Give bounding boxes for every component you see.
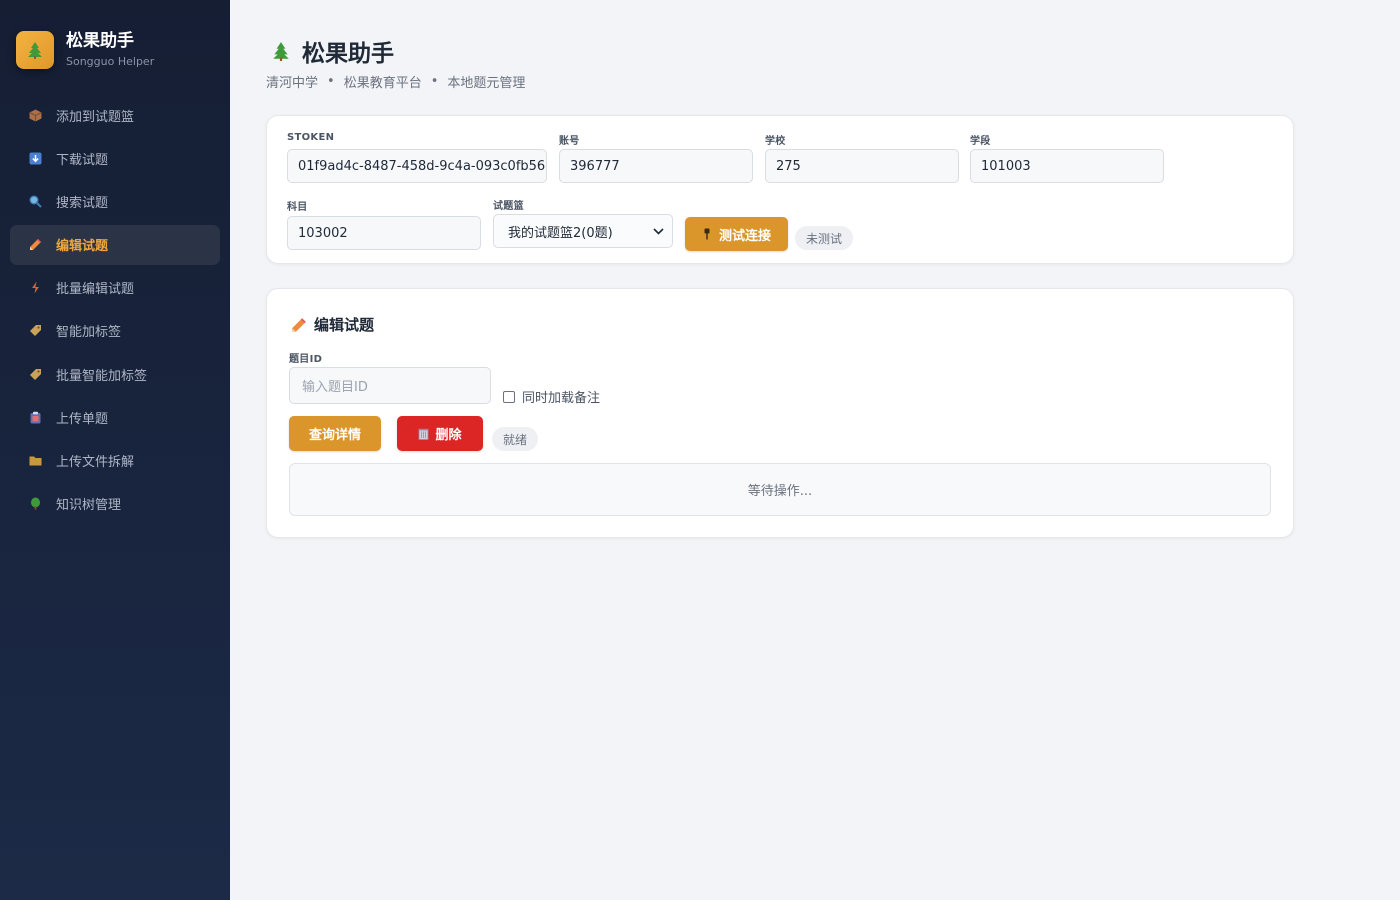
sidebar-item-label: 批量编辑试题 <box>56 282 135 298</box>
school-label: 学校 <box>765 136 786 147</box>
sidebar-item-add-to-basket[interactable]: 添加到试题篮 <box>10 95 220 135</box>
page-header: 松果助手 清河中学 • 松果教育平台 • 本地题元管理 <box>266 36 525 91</box>
question-id-input[interactable]: 输入题目ID <box>289 367 491 404</box>
sidebar-item-knowledge-tree[interactable]: 知识树管理 <box>10 484 220 524</box>
tag-icon <box>28 367 42 381</box>
wastebasket-icon <box>418 428 429 440</box>
account-input[interactable]: 396777 <box>559 149 753 183</box>
stage-label: 学段 <box>970 136 991 147</box>
brand-logo <box>16 31 54 69</box>
basket-select[interactable]: 我的试题篮2(0题) <box>493 214 673 248</box>
stoken-label: STOKEN <box>287 132 335 143</box>
school-input[interactable]: 275 <box>765 149 959 183</box>
brand-title: 松果助手 <box>66 31 134 51</box>
section-title-text: 编辑试题 <box>314 316 375 334</box>
sidebar-item-label: 搜索试题 <box>56 195 109 211</box>
delete-button[interactable]: 删除 <box>397 416 483 451</box>
account-label: 账号 <box>559 136 580 147</box>
brand: 松果助手 Songguo Helper <box>16 31 154 69</box>
edit-question-card: 编辑试题 题目ID 输入题目ID 同时加载备注 查询详情 删除 就绪 等待操作.… <box>266 288 1294 538</box>
sidebar-item-label: 上传单题 <box>56 411 109 427</box>
search-icon <box>28 194 42 208</box>
pine-tree-icon <box>28 42 42 59</box>
sidebar-item-upload-file[interactable]: 上传文件拆解 <box>10 441 220 481</box>
subject-input[interactable]: 103002 <box>287 216 481 250</box>
sidebar-item-batch-smart-tag[interactable]: 批量智能加标签 <box>10 354 220 394</box>
tag-icon <box>28 324 42 338</box>
sidebar-item-smart-tag[interactable]: 智能加标签 <box>10 311 220 351</box>
sidebar-item-label: 添加到试题篮 <box>56 109 135 125</box>
subject-label: 科目 <box>287 202 308 213</box>
brand-subtitle: Songguo Helper <box>66 55 155 68</box>
sidebar-item-label: 知识树管理 <box>56 498 122 514</box>
basket-select-value: 我的试题篮2(0题) <box>508 225 613 241</box>
stoken-input[interactable]: 01f9ad4c-8487-458d-9c4a-093c0fb567ae <box>287 149 547 183</box>
connection-card: STOKEN 01f9ad4c-8487-458d-9c4a-093c0fb56… <box>266 115 1294 264</box>
sidebar-item-label: 编辑试题 <box>56 239 109 255</box>
pine-tree-icon <box>273 42 289 61</box>
pushpin-icon <box>704 228 710 240</box>
result-panel: 等待操作... <box>289 463 1271 516</box>
test-connection-label: 测试连接 <box>718 228 771 244</box>
load-notes-checkbox[interactable] <box>503 390 515 403</box>
sidebar-item-label: 智能加标签 <box>56 325 122 341</box>
package-icon <box>28 108 42 122</box>
breadcrumb-item: 松果教育平台 <box>343 76 422 91</box>
pencil-icon <box>292 317 306 332</box>
sidebar-item-search[interactable]: 搜索试题 <box>10 181 220 221</box>
sidebar-item-label: 下载试题 <box>56 152 109 168</box>
editor-status-badge: 就绪 <box>492 427 539 451</box>
folder-icon <box>28 454 42 468</box>
sidebar-item-label: 批量智能加标签 <box>56 368 148 384</box>
breadcrumb-separator: • <box>327 74 335 89</box>
chevron-down-icon <box>653 227 664 235</box>
sidebar-nav: 添加到试题篮 下载试题 搜索试题 编辑试题 批量编辑试题 智能加标签 批量智能加… <box>10 95 220 527</box>
breadcrumb-item: 清河中学 <box>266 76 319 91</box>
page-title: 松果助手 <box>302 41 394 67</box>
stage-input[interactable]: 101003 <box>970 149 1164 183</box>
breadcrumb-separator: • <box>430 74 439 89</box>
lightning-icon <box>28 281 42 295</box>
basket-label: 试题篮 <box>493 201 524 212</box>
query-details-button[interactable]: 查询详情 <box>289 416 381 451</box>
breadcrumb: 清河中学 • 松果教育平台 • 本地题元管理 <box>266 72 525 91</box>
breadcrumb-item: 本地题元管理 <box>447 76 526 91</box>
sidebar-item-edit[interactable]: 编辑试题 <box>10 224 220 265</box>
load-notes-label: 同时加载备注 <box>522 391 601 406</box>
sidebar-item-batch-edit[interactable]: 批量编辑试题 <box>10 268 220 308</box>
sidebar-item-label: 上传文件拆解 <box>56 455 135 470</box>
test-connection-button[interactable]: 测试连接 <box>685 217 788 251</box>
sidebar: 松果助手 Songguo Helper 添加到试题篮 下载试题 搜索试题 编辑试… <box>0 0 230 900</box>
delete-label: 删除 <box>435 428 462 443</box>
connection-status-badge: 未测试 <box>795 226 854 250</box>
load-notes-option[interactable]: 同时加载备注 <box>503 387 600 406</box>
question-id-label: 题目ID <box>289 354 323 365</box>
section-title: 编辑试题 <box>291 314 374 335</box>
clipboard-icon <box>28 410 42 424</box>
sidebar-item-upload-single[interactable]: 上传单题 <box>10 397 220 437</box>
sidebar-item-download[interactable]: 下载试题 <box>10 138 220 178</box>
tree-icon <box>28 497 42 511</box>
download-icon <box>28 151 42 165</box>
pencil-icon <box>28 238 42 252</box>
